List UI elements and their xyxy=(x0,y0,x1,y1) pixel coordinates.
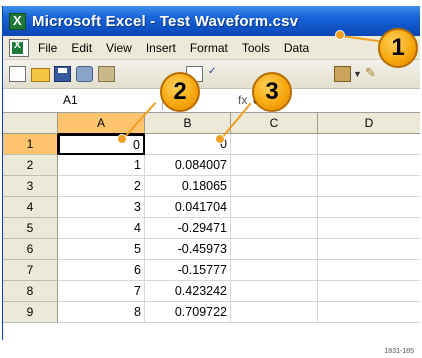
cell-b8[interactable]: 0.423242 xyxy=(145,281,231,302)
cell-a5[interactable]: 4 xyxy=(58,218,145,239)
format-painter-icon[interactable]: ✎ xyxy=(365,65,382,81)
screenshot-stage: Microsoft Excel - Test Waveform.csv File… xyxy=(0,0,422,358)
excel-app-icon xyxy=(9,12,26,30)
name-box[interactable]: A1 xyxy=(3,91,163,110)
select-all-corner[interactable] xyxy=(3,113,58,134)
permission-icon[interactable] xyxy=(76,66,93,82)
save-icon[interactable] xyxy=(54,66,71,82)
row-header[interactable]: 4 xyxy=(3,197,58,218)
cell-d4[interactable] xyxy=(318,197,420,218)
callout-3-dot xyxy=(215,134,225,144)
cell-d1[interactable] xyxy=(318,134,420,155)
callout-3-badge: 3 xyxy=(252,72,292,112)
cell-b5[interactable]: -0.29471 xyxy=(145,218,231,239)
cell-c7[interactable] xyxy=(231,260,318,281)
cell-a2[interactable]: 1 xyxy=(58,155,145,176)
cell-d9[interactable] xyxy=(318,302,420,323)
standard-toolbar: ✓ ▼ ✎ xyxy=(3,60,420,89)
menu-file[interactable]: File xyxy=(38,41,57,55)
new-document-icon[interactable] xyxy=(9,66,26,82)
cell-b2[interactable]: 0.084007 xyxy=(145,155,231,176)
cell-d8[interactable] xyxy=(318,281,420,302)
cell-c5[interactable] xyxy=(231,218,318,239)
formula-bar: A1 ▼ fx 0 xyxy=(3,89,420,113)
row-header[interactable]: 8 xyxy=(3,281,58,302)
menu-edit[interactable]: Edit xyxy=(71,41,92,55)
menu-insert[interactable]: Insert xyxy=(146,41,176,55)
cell-c3[interactable] xyxy=(231,176,318,197)
cell-a8[interactable]: 7 xyxy=(58,281,145,302)
row-header[interactable]: 6 xyxy=(3,239,58,260)
cell-a4[interactable]: 3 xyxy=(58,197,145,218)
column-header-a[interactable]: A xyxy=(58,113,145,134)
row-header[interactable]: 7 xyxy=(3,260,58,281)
callout-1-dot xyxy=(335,30,345,40)
cell-a6[interactable]: 5 xyxy=(58,239,145,260)
menu-data[interactable]: Data xyxy=(284,41,309,55)
print-icon[interactable] xyxy=(98,66,115,82)
cell-a1[interactable]: 0 xyxy=(58,134,145,155)
figure-code: 1831-185 xyxy=(384,348,414,355)
spelling-icon[interactable]: ✓ xyxy=(208,66,225,82)
cell-d7[interactable] xyxy=(318,260,420,281)
menu-format[interactable]: Format xyxy=(190,41,228,55)
cell-c8[interactable] xyxy=(231,281,318,302)
cell-d3[interactable] xyxy=(318,176,420,197)
column-header-b[interactable]: B xyxy=(145,113,231,134)
callout-2-dot xyxy=(117,134,127,144)
cell-c1[interactable] xyxy=(231,134,318,155)
workbook-icon[interactable] xyxy=(9,38,29,57)
column-header-c[interactable]: C xyxy=(231,113,318,134)
cell-d5[interactable] xyxy=(318,218,420,239)
cell-d6[interactable] xyxy=(318,239,420,260)
excel-window: Microsoft Excel - Test Waveform.csv File… xyxy=(2,6,420,340)
cell-b9[interactable]: 0.709722 xyxy=(145,302,231,323)
cell-d2[interactable] xyxy=(318,155,420,176)
cell-c9[interactable] xyxy=(231,302,318,323)
title-bar[interactable]: Microsoft Excel - Test Waveform.csv xyxy=(3,6,420,36)
window-title: Microsoft Excel - Test Waveform.csv xyxy=(32,12,299,30)
cell-a9[interactable]: 8 xyxy=(58,302,145,323)
cell-a7[interactable]: 6 xyxy=(58,260,145,281)
menu-view[interactable]: View xyxy=(106,41,132,55)
paste-icon[interactable] xyxy=(334,66,351,82)
open-folder-icon[interactable] xyxy=(31,68,50,82)
row-header[interactable]: 9 xyxy=(3,302,58,323)
callout-1-badge: 1 xyxy=(378,28,418,68)
row-header[interactable]: 3 xyxy=(3,176,58,197)
callout-2-badge: 2 xyxy=(160,72,200,112)
cell-a3[interactable]: 2 xyxy=(58,176,145,197)
cell-b3[interactable]: 0.18065 xyxy=(145,176,231,197)
menu-tools[interactable]: Tools xyxy=(242,41,270,55)
cell-c2[interactable] xyxy=(231,155,318,176)
cell-c6[interactable] xyxy=(231,239,318,260)
menu-bar: File Edit View Insert Format Tools Data xyxy=(3,36,420,60)
cell-c4[interactable] xyxy=(231,197,318,218)
column-header-d[interactable]: D xyxy=(318,113,420,134)
row-header[interactable]: 1 xyxy=(3,134,58,155)
fx-icon[interactable]: fx xyxy=(238,93,247,107)
cell-b6[interactable]: -0.45973 xyxy=(145,239,231,260)
row-header[interactable]: 2 xyxy=(3,155,58,176)
row-header[interactable]: 5 xyxy=(3,218,58,239)
cell-b7[interactable]: -0.15777 xyxy=(145,260,231,281)
cell-b4[interactable]: 0.041704 xyxy=(145,197,231,218)
